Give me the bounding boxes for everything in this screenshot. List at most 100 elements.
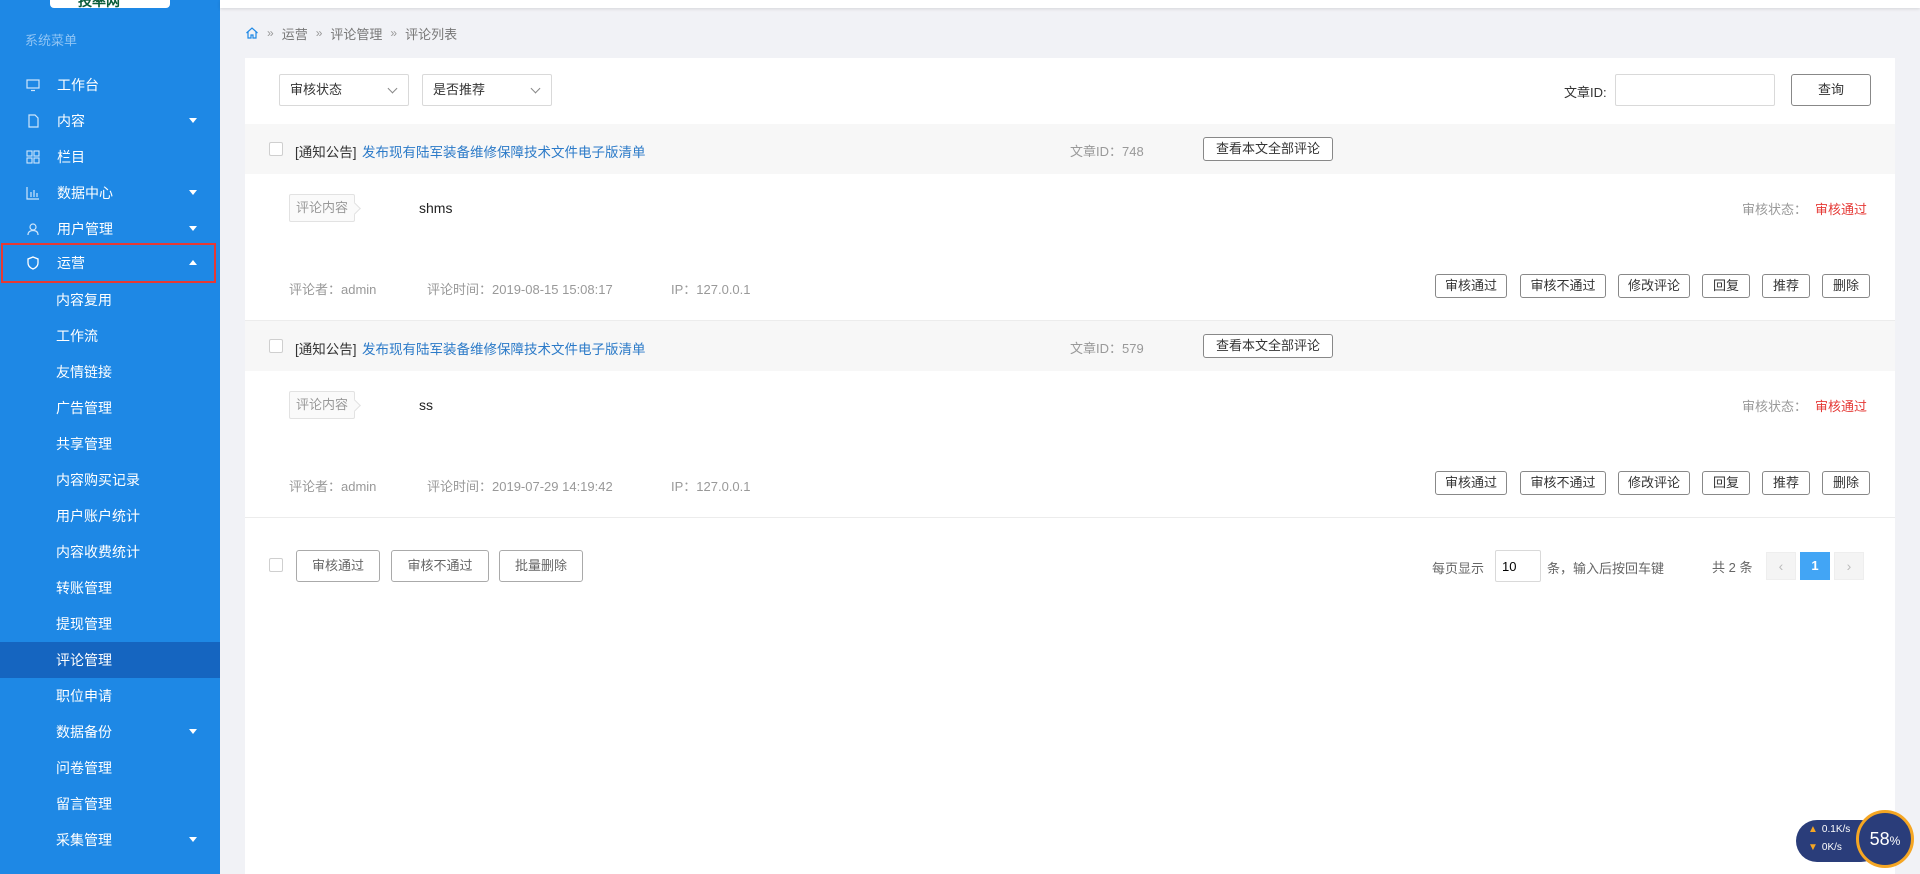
article-title-link[interactable]: 发布现有陆军装备维修保障技术文件电子版清单 [362,338,646,358]
sidebar-subitem-label: 问卷管理 [56,760,112,776]
next-page-button[interactable]: › [1834,552,1864,580]
sidebar-subitem-messages[interactable]: 留言管理 [0,786,220,822]
bulk-approve-button[interactable]: 审核通过 [296,550,380,582]
home-icon[interactable] [245,26,259,40]
sidebar-item-column[interactable]: 栏目 [0,139,220,175]
sidebar-subitem-content-reuse[interactable]: 内容复用 [0,282,220,318]
upload-speed: ▲ 0.1K/s [1808,824,1850,835]
select-all-checkbox[interactable] [269,558,283,572]
sidebar-subitem-label: 采集管理 [56,832,112,848]
comment-content: shms [419,200,453,216]
per-page-suffix: 条，输入后按回车键 [1547,561,1665,576]
logo: 技率网 [50,0,170,9]
comment-checkbox[interactable] [269,142,283,156]
sidebar-subitem-surveys[interactable]: 问卷管理 [0,750,220,786]
per-page-label: 每页显示 [1432,561,1485,576]
sidebar-subitem-transfers[interactable]: 转账管理 [0,570,220,606]
monitor-icon [26,79,40,92]
status-badge: 审核通过 [1815,202,1868,217]
usage-percent-badge: 58% [1856,810,1914,868]
sidebar-item-data-center[interactable]: 数据中心 [0,175,220,211]
sidebar-subitem-label: 数据备份 [56,724,112,740]
breadcrumb-separator-icon: » [267,26,274,40]
chevron-down-icon [189,190,197,195]
reply-button[interactable]: 回复 [1702,274,1750,298]
arrow-up-icon: ▲ [1808,824,1818,835]
comment-checkbox[interactable] [269,339,283,353]
reject-button[interactable]: 审核不通过 [1520,274,1606,298]
sidebar-item-workbench[interactable]: 工作台 [0,67,220,103]
arrow-down-icon: ▼ [1808,842,1818,853]
recommend-select-prefix: 是 [433,82,447,97]
chevron-down-icon [189,118,197,123]
total-count: 共 2 条 [1712,560,1753,575]
bulk-delete-button[interactable]: 批量删除 [499,550,583,582]
sidebar-subitem-job-applications[interactable]: 职位申请 [0,678,220,714]
sidebar-subitem-ads[interactable]: 广告管理 [0,390,220,426]
sidebar-subitem-label: 友情链接 [56,364,112,380]
query-button[interactable]: 查询 [1791,74,1871,106]
sidebar-item-operations[interactable]: 运营 [1,243,216,283]
sidebar-item-users[interactable]: 用户管理 [0,211,220,247]
grid-icon [26,150,40,164]
view-all-comments-button[interactable]: 查看本文全部评论 [1203,137,1333,161]
network-speed-widget[interactable]: ▲ 0.1K/s ▼ 0K/s 58% [1796,810,1914,870]
status-label: 审核状态： [1742,202,1808,217]
download-speed: ▼ 0K/s [1808,842,1842,853]
upload-unit: K/s [1835,824,1851,835]
reply-button[interactable]: 回复 [1702,471,1750,495]
chevron-down-icon [530,83,541,94]
upload-value: 0.1 [1821,824,1836,835]
sidebar-subitem-purchase-records[interactable]: 内容购买记录 [0,462,220,498]
approve-button[interactable]: 审核通过 [1435,471,1507,495]
prev-page-button[interactable]: ‹ [1766,552,1796,580]
sidebar-subitem-workflow[interactable]: 工作流 [0,318,220,354]
delete-button[interactable]: 删除 [1822,471,1870,495]
sidebar-subitem-label: 共享管理 [56,436,112,452]
recommend-button[interactable]: 推荐 [1762,274,1810,298]
current-page-button[interactable]: 1 [1800,552,1830,580]
sidebar-subitem-collection[interactable]: 采集管理 [0,822,220,858]
sidebar-subitem-backup[interactable]: 数据备份 [0,714,220,750]
article-title-link[interactable]: 发布现有陆军装备维修保障技术文件电子版清单 [362,141,646,161]
recommend-button[interactable]: 推荐 [1762,471,1810,495]
delete-button[interactable]: 删除 [1822,274,1870,298]
sidebar-subitem-friend-links[interactable]: 友情链接 [0,354,220,390]
sidebar-subitem-comments[interactable]: 评论管理 [0,642,220,678]
edit-comment-button[interactable]: 修改评论 [1618,274,1690,298]
reject-button[interactable]: 审核不通过 [1520,471,1606,495]
chevron-up-icon [189,260,197,265]
breadcrumb-separator-icon: » [315,26,323,40]
sidebar-subitem-sharing[interactable]: 共享管理 [0,426,220,462]
breadcrumb: » 运营 » 评论管理 » 评论列表 [245,23,457,43]
category-tag: [通知公告] [295,342,357,357]
breadcrumb-item[interactable]: 运营 [282,24,308,43]
sidebar-item-label: 工作台 [57,77,99,93]
comment-header: [通知公告] 发布现有陆军装备维修保障技术文件电子版清单 文章ID：748 查看… [245,124,1895,174]
edit-comment-button[interactable]: 修改评论 [1618,471,1690,495]
view-all-comments-button[interactable]: 查看本文全部评论 [1203,334,1333,358]
sidebar-item-label: 用户管理 [57,221,113,237]
bar-chart-icon [26,187,39,200]
article-id-input[interactable] [1615,74,1775,106]
sidebar-subitem-withdrawals[interactable]: 提现管理 [0,606,220,642]
sidebar-item-label: 数据中心 [57,185,113,201]
bulk-reject-button[interactable]: 审核不通过 [391,550,489,582]
sidebar-subitem-label: 留言管理 [56,796,112,812]
recommend-select[interactable]: 是否推荐 [422,74,552,106]
comment-ip: IP：127.0.0.1 [671,479,751,494]
sidebar-subitem-charge-stats[interactable]: 内容收费统计 [0,534,220,570]
breadcrumb-item[interactable]: 评论管理 [330,24,382,43]
audit-status-select[interactable]: 审核状态 [279,74,409,106]
sidebar-subitem-account-stats[interactable]: 用户账户统计 [0,498,220,534]
article-id: 文章ID：748 [1070,144,1144,159]
per-page-input[interactable] [1495,550,1541,582]
article-id-label: 文章ID: [1564,85,1607,100]
user-icon [27,223,39,236]
document-icon [28,114,39,128]
sidebar-item-content[interactable]: 内容 [0,103,220,139]
comment-ip: IP：127.0.0.1 [671,282,751,297]
approve-button[interactable]: 审核通过 [1435,274,1507,298]
menu-title: 系统菜单 [25,33,78,48]
chevron-down-icon [189,226,197,231]
